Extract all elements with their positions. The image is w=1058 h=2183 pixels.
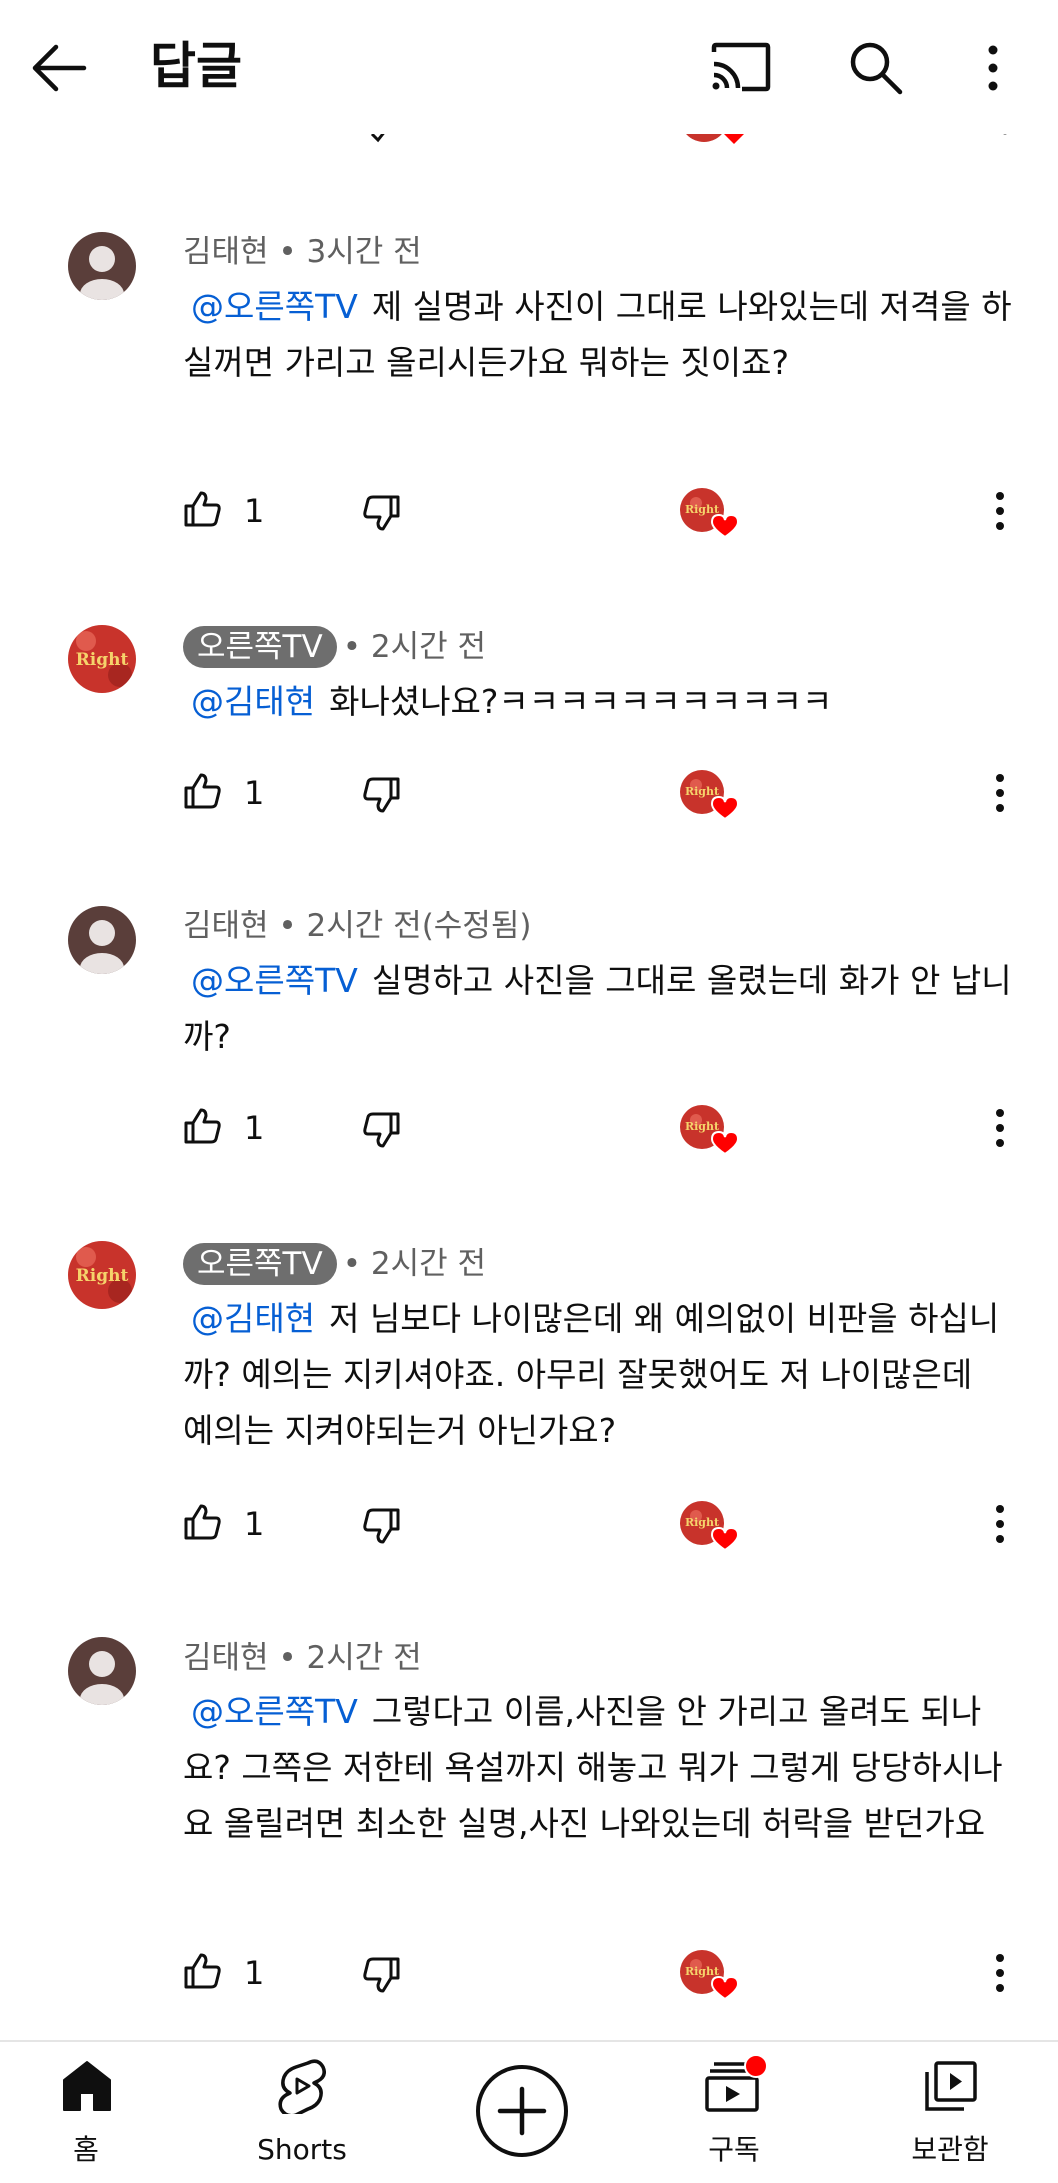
avatar[interactable]	[68, 906, 136, 974]
svg-text:Right: Right	[685, 1120, 720, 1133]
dislike-icon[interactable]	[362, 775, 402, 815]
add-circle-icon	[473, 2062, 571, 2160]
channel-avatar[interactable]: Right	[68, 1241, 136, 1309]
comment-time: • 3시간 전	[268, 234, 422, 270]
shorts-icon	[278, 2058, 326, 2114]
comment-body: 화나셨나요?ㅋㅋㅋㅋㅋㅋㅋㅋㅋㅋㅋ	[329, 682, 833, 721]
avatar[interactable]	[68, 1637, 136, 1705]
like-icon[interactable]	[182, 1106, 222, 1146]
comment-text: @오른쪽TV 그렇다고 이름,사진을 안 가리고 올려도 되나요? 그쪽은 저한테…	[183, 1684, 1013, 1852]
author-name[interactable]: 김태현	[183, 908, 269, 944]
comment-more-icon[interactable]	[993, 1108, 1007, 1148]
avatar[interactable]	[68, 232, 136, 300]
nav-subscriptions[interactable]: 구독	[654, 2042, 814, 2183]
svg-text:Right: Right	[685, 1965, 720, 1978]
comment-meta: 김태현 • 2시간 전(수정됨)	[183, 904, 531, 948]
comment-meta: 오른쪽TV • 2시간 전	[183, 625, 486, 669]
like-count: 1	[244, 1954, 265, 1992]
nav-home[interactable]: 홈	[6, 2042, 166, 2183]
like-icon[interactable]	[182, 1951, 222, 1991]
comment-meta: 오른쪽TV • 2시간 전	[183, 1242, 486, 1286]
dislike-icon[interactable]	[362, 1110, 402, 1150]
mention-link[interactable]: @오른쪽TV	[191, 961, 358, 1000]
author-name[interactable]: 김태현	[183, 234, 269, 270]
like-count: 1	[244, 1505, 265, 1543]
comment-actions: 1 Right	[0, 763, 1058, 823]
comment-actions: 1 Right	[0, 481, 1058, 541]
dislike-icon[interactable]	[362, 1955, 402, 1995]
comment-actions: 1 Right	[0, 1494, 1058, 1554]
comment-more-icon[interactable]	[993, 773, 1007, 813]
comment-more-icon[interactable]	[993, 1504, 1007, 1544]
svg-text:Right: Right	[76, 1266, 129, 1286]
comment-more-icon[interactable]	[993, 491, 1007, 531]
channel-owner-chip[interactable]: 오른쪽TV	[183, 626, 337, 668]
channel-avatar[interactable]: Right	[68, 625, 136, 693]
home-icon	[62, 2060, 112, 2112]
create-button[interactable]	[449, 2042, 609, 2183]
library-icon	[924, 2060, 978, 2112]
dislike-icon[interactable]	[362, 493, 402, 533]
page-title: 답글	[150, 37, 242, 95]
comment-time: • 2시간 전	[342, 629, 486, 665]
creator-heart-icon: Right	[680, 481, 744, 545]
comment-actions: 1 Right	[0, 1943, 1058, 2003]
subscriptions-icon	[704, 2054, 770, 2114]
dislike-icon[interactable]	[362, 1506, 402, 1546]
back-arrow-icon[interactable]	[30, 42, 88, 94]
bottom-navigation: 홈 Shorts 구독 보관함	[0, 2040, 1058, 2183]
channel-owner-chip[interactable]: 오른쪽TV	[183, 1243, 337, 1285]
nav-library-label: 보관함	[911, 2133, 989, 2166]
comment-text: @오른쪽TV 제 실명과 사진이 그대로 나와있는데 저격을 하실꺼면 가리고 올…	[183, 279, 1013, 391]
like-count: 1	[244, 492, 265, 530]
creator-heart-icon: Right	[680, 1098, 744, 1162]
comment-time: • 2시간 전	[268, 1640, 422, 1676]
svg-text:Right: Right	[685, 1516, 720, 1529]
like-icon[interactable]	[182, 489, 222, 529]
like-count: 1	[244, 774, 265, 812]
mention-link[interactable]: @김태현	[191, 682, 315, 721]
creator-heart-icon: Right	[680, 763, 744, 827]
mention-link[interactable]: @오른쪽TV	[191, 1692, 358, 1731]
nav-home-label: 홈	[73, 2133, 99, 2166]
nav-shorts[interactable]: Shorts	[222, 2042, 382, 2183]
like-icon[interactable]	[182, 1502, 222, 1542]
comment-text: @오른쪽TV 실명하고 사진을 그대로 올렸는데 화가 안 납니까?	[183, 953, 1013, 1065]
svg-text:Right: Right	[685, 785, 720, 798]
nav-library[interactable]: 보관함	[870, 2042, 1030, 2183]
mention-link[interactable]: @오른쪽TV	[191, 287, 358, 326]
comment-meta: 김태현 • 2시간 전	[183, 1636, 422, 1680]
nav-shorts-label: Shorts	[257, 2133, 347, 2166]
more-vertical-icon[interactable]	[986, 44, 1000, 92]
comment-more-icon[interactable]	[993, 1953, 1007, 1993]
comment-meta: 김태현 • 3시간 전	[183, 230, 422, 274]
search-icon[interactable]	[848, 40, 904, 96]
comment-text: @김태현 화나셨나요?ㅋㅋㅋㅋㅋㅋㅋㅋㅋㅋㅋ	[183, 674, 1013, 730]
comment-time: • 2시간 전(수정됨)	[268, 908, 532, 944]
author-name[interactable]: 김태현	[183, 1640, 269, 1676]
svg-text:Right: Right	[76, 650, 129, 670]
nav-subscriptions-label: 구독	[708, 2133, 760, 2166]
creator-heart-icon: Right	[680, 1494, 744, 1558]
like-icon[interactable]	[182, 771, 222, 811]
svg-text:Right: Right	[685, 503, 720, 516]
comment-time: • 2시간 전	[342, 1246, 486, 1282]
cast-icon[interactable]	[710, 42, 772, 92]
creator-heart-icon: Right	[680, 1943, 744, 2007]
comment-actions: 1 Right	[0, 1098, 1058, 1158]
comment-text: @김태현 저 님보다 나이많은데 왜 예의없이 비판을 하십니까? 예의는 지키셔…	[183, 1291, 1013, 1459]
top-app-bar: 답글	[0, 0, 1058, 134]
mention-link[interactable]: @김태현	[191, 1299, 315, 1338]
like-count: 1	[244, 1109, 265, 1147]
